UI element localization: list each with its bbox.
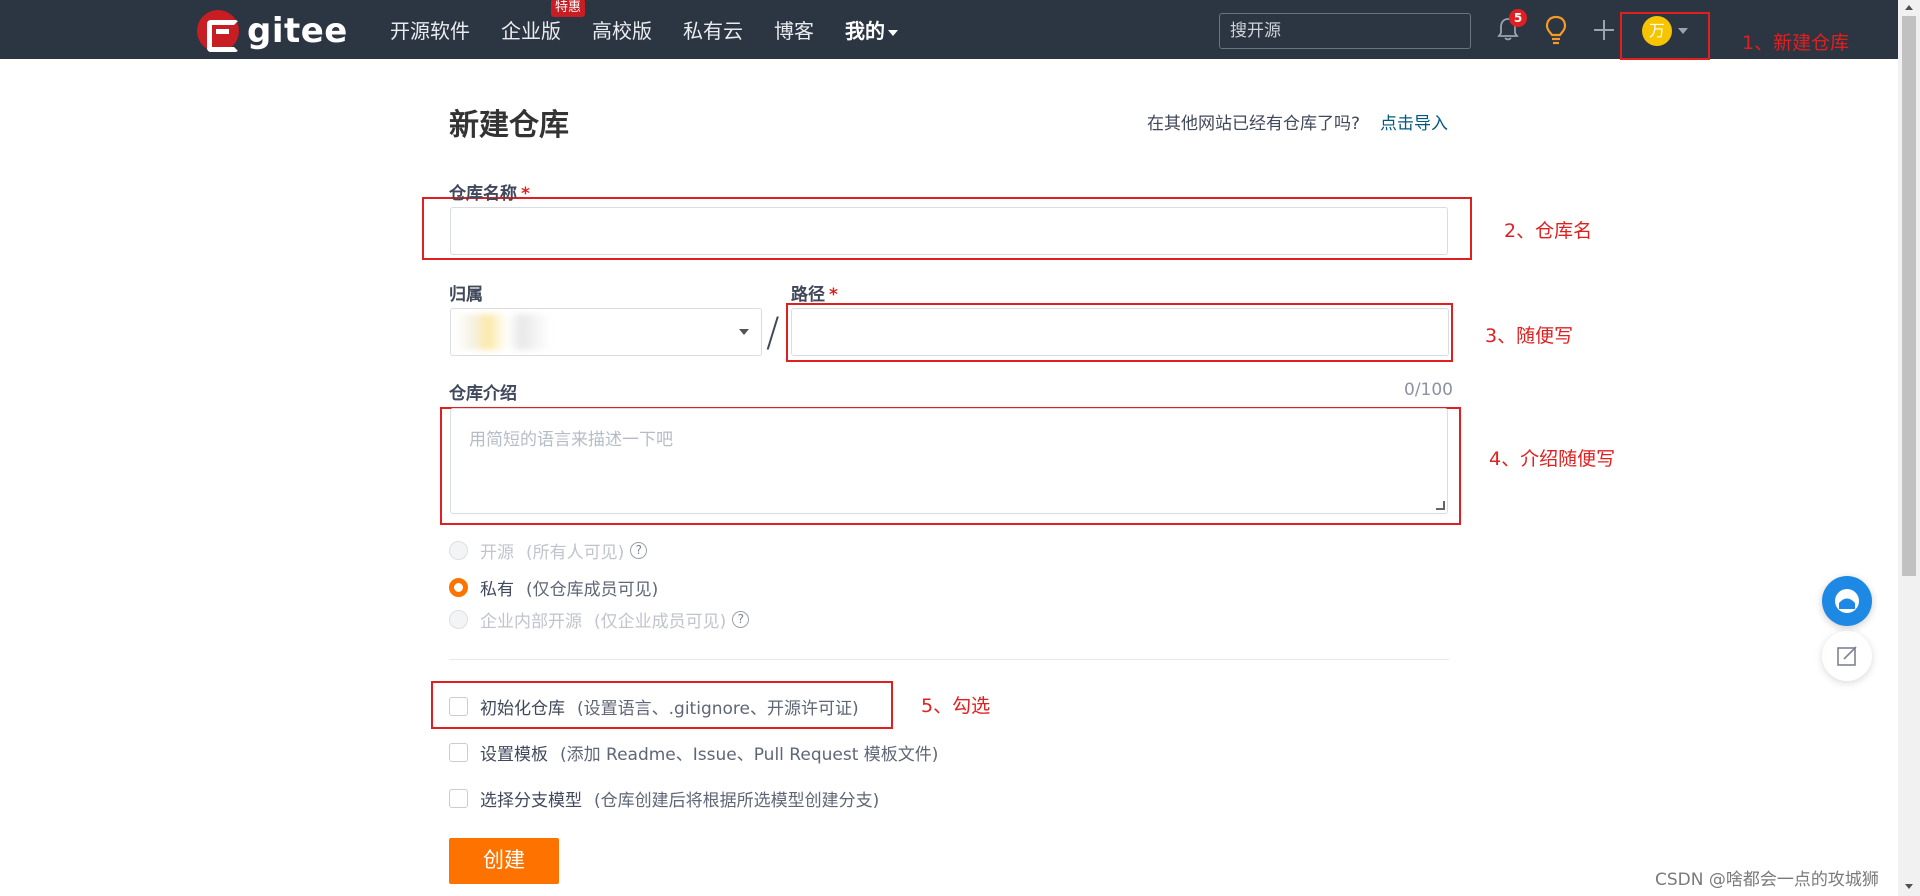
section-divider <box>449 659 1449 660</box>
annotation-new-repo: 1、新建仓库 <box>1742 32 1850 54</box>
nav-enterprise-label: 企业版 <box>501 19 561 43</box>
logo-text: gitee <box>247 11 348 51</box>
visibility-option-public[interactable]: 开源 (所有人可见) ? <box>449 538 648 563</box>
option-template[interactable]: 设置模板 (添加 Readme、Issue、Pull Request 模板文件) <box>449 740 938 765</box>
branch-model-hint: (仓库创建后将根据所选模型创建分支) <box>594 791 880 811</box>
repo-name-label: 仓库名称 * <box>449 179 530 204</box>
required-mark: * <box>521 184 530 204</box>
notification-count-badge: 5 <box>1509 9 1527 27</box>
radio-private-label: 私有 <box>480 580 514 600</box>
annotation-repo-name: 2、仓库名 <box>1504 220 1593 242</box>
scroll-down-icon[interactable] <box>1905 884 1913 889</box>
radio-public-label: 开源 <box>480 543 514 563</box>
owner-label: 归属 <box>449 285 483 305</box>
owner-chevron-down-icon <box>739 329 749 335</box>
help-icon[interactable]: ? <box>732 611 750 628</box>
scroll-up-icon[interactable] <box>1905 5 1913 10</box>
repo-name-label-text: 仓库名称 <box>449 184 517 204</box>
nav-mine-label: 我的 <box>845 19 885 43</box>
float-help-button[interactable] <box>1822 576 1872 626</box>
path-required-mark: * <box>829 285 838 305</box>
gitee-logo[interactable]: gitee <box>197 10 348 52</box>
import-link[interactable]: 点击导入 <box>1380 109 1448 134</box>
path-separator: / <box>766 310 780 356</box>
float-feedback-button[interactable] <box>1822 631 1872 681</box>
init-repo-hint: (设置语言、.gitignore、开源许可证) <box>577 699 859 719</box>
radio-internal-label: 企业内部开源 <box>480 612 582 632</box>
gitee-logo-icon <box>197 10 239 52</box>
nav-private-cloud[interactable]: 私有云 <box>683 15 743 44</box>
path-input[interactable] <box>791 308 1449 356</box>
repo-name-input[interactable] <box>450 207 1448 255</box>
radio-public[interactable] <box>449 541 468 560</box>
help-icon[interactable]: ? <box>630 542 648 559</box>
radio-internal-hint: (仅企业成员可见) <box>594 612 727 632</box>
edit-icon <box>1837 646 1857 666</box>
page-title: 新建仓库 <box>449 108 569 143</box>
checkbox-branch-model[interactable] <box>449 789 468 808</box>
search-input[interactable] <box>1219 13 1471 49</box>
init-repo-label: 初始化仓库 <box>480 699 565 719</box>
radio-private[interactable] <box>449 578 468 597</box>
annotation-init-repo: 5、勾选 <box>921 695 991 717</box>
nav-mine-dropdown[interactable]: 我的 <box>845 15 898 44</box>
nav-enterprise[interactable]: 企业版 特惠 <box>501 0 586 44</box>
promo-badge: 特惠 <box>551 0 586 17</box>
lightbulb-icon[interactable] <box>1544 15 1568 45</box>
chevron-down-icon <box>888 29 898 36</box>
intro-textarea[interactable]: 用简短的语言来描述一下吧 <box>450 408 1448 514</box>
intro-label: 仓库介绍 <box>449 384 517 404</box>
checkbox-template[interactable] <box>449 743 468 762</box>
nav-open-source[interactable]: 开源软件 <box>390 15 470 44</box>
template-label: 设置模板 <box>480 745 548 765</box>
nav-education[interactable]: 高校版 <box>592 15 652 44</box>
intro-placeholder: 用简短的语言来描述一下吧 <box>469 430 673 450</box>
intro-char-counter: 0/100 <box>1404 380 1453 400</box>
path-label: 路径 * <box>791 280 838 305</box>
path-label-text: 路径 <box>791 285 825 305</box>
import-question: 在其他网站已经有仓库了吗? <box>1147 114 1361 134</box>
visibility-option-private[interactable]: 私有 (仅仓库成员可见) <box>449 575 658 600</box>
scrollbar-thumb[interactable] <box>1902 16 1916 576</box>
textarea-resize-handle[interactable] <box>1436 501 1445 510</box>
branch-model-label: 选择分支模型 <box>480 791 582 811</box>
customer-service-icon <box>1835 589 1859 613</box>
radio-internal[interactable] <box>449 610 468 629</box>
template-hint: (添加 Readme、Issue、Pull Request 模板文件) <box>560 745 939 765</box>
option-init-repo[interactable]: 初始化仓库 (设置语言、.gitignore、开源许可证) <box>449 694 859 719</box>
annotation-path: 3、随便写 <box>1485 325 1574 347</box>
radio-private-hint: (仅仓库成员可见) <box>526 580 659 600</box>
visibility-option-internal[interactable]: 企业内部开源 (仅企业成员可见) ? <box>449 607 750 632</box>
option-branch-model[interactable]: 选择分支模型 (仓库创建后将根据所选模型创建分支) <box>449 786 879 811</box>
nav-blog[interactable]: 博客 <box>774 15 814 44</box>
annotation-box-new-repo <box>1620 12 1710 60</box>
checkbox-init-repo[interactable] <box>449 697 468 716</box>
owner-value-blurred <box>455 314 550 350</box>
plus-icon[interactable] <box>1592 18 1616 42</box>
radio-public-hint: (所有人可见) <box>526 543 625 563</box>
annotation-intro: 4、介绍随便写 <box>1489 448 1616 470</box>
main-nav: 开源软件 企业版 特惠 高校版 私有云 博客 我的 <box>390 0 929 59</box>
csdn-watermark: CSDN @啥都会一点的攻城狮 <box>1655 870 1879 890</box>
create-button[interactable]: 创建 <box>449 838 559 884</box>
